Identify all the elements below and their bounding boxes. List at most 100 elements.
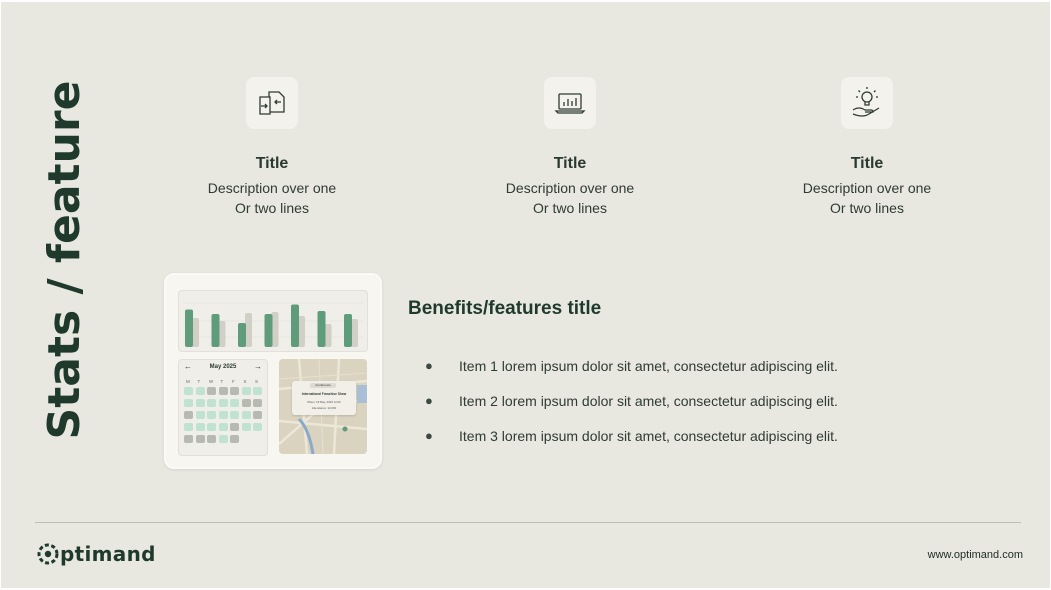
feature-description-line: Or two lines xyxy=(235,200,309,216)
calendar-day xyxy=(207,423,216,431)
feature-title: Title xyxy=(255,155,289,172)
feature-1: Title Description over one Or two lines xyxy=(172,77,372,218)
footer-url[interactable]: www.optimand.com xyxy=(928,549,1023,561)
feature-icon-box xyxy=(246,77,298,129)
calendar-day xyxy=(253,411,262,419)
mockup-bar-green xyxy=(291,304,299,347)
calendar-weekday: T xyxy=(197,379,201,384)
mockup-bar-grey xyxy=(298,316,305,347)
footer-divider xyxy=(35,522,1021,523)
feature-description-line: Description over one xyxy=(207,180,337,196)
logo-wordmark: ptimand xyxy=(60,542,156,566)
calendar-weekday: W xyxy=(209,379,214,384)
calendar-day xyxy=(230,435,239,443)
mockup-bar-grey xyxy=(245,313,252,347)
bullet-icon: ● xyxy=(425,358,433,373)
feature-description: Description over one Or two lines xyxy=(470,178,670,218)
calendar-weekday: F xyxy=(232,379,235,384)
calendar-weekday: S xyxy=(255,379,259,384)
event-when: When: 15 May, 2025 12:00 xyxy=(307,400,341,404)
calendar-day xyxy=(253,399,262,407)
calendar-day xyxy=(207,411,216,419)
mockup-bar-green xyxy=(317,311,326,347)
calendar-weekday: M xyxy=(186,379,190,384)
mockup-bar-grey xyxy=(271,312,279,347)
benefit-item-text: Item 2 lorem ipsum dolor sit amet, conse… xyxy=(459,393,838,409)
event-name: International Franchise Show xyxy=(301,392,347,396)
optimand-logo: ptimand xyxy=(36,542,156,566)
calendar-day xyxy=(184,423,193,431)
mockup-bar-green xyxy=(344,314,352,347)
benefit-item-text: Item 3 lorem ipsum dolor sit amet, conse… xyxy=(459,428,838,444)
feature-icon-box xyxy=(544,77,596,129)
calendar-day xyxy=(241,399,251,407)
feature-description: Description over one Or two lines xyxy=(767,178,967,218)
calendar-weekday: S xyxy=(243,379,247,384)
event-attendance: Attendance: 22,000 xyxy=(311,406,337,410)
benefits-title: Benefits/features title xyxy=(408,298,602,319)
calendar-day xyxy=(195,411,205,419)
calendar-day xyxy=(230,387,239,395)
map-event-card: Conference International Franchise Show … xyxy=(292,381,356,415)
mockup-calendar: ← May 2025 → MTWTFSS xyxy=(178,359,268,456)
calendar-day xyxy=(218,435,228,443)
vertical-slide-title: Stats / feature xyxy=(39,80,90,440)
calendar-day xyxy=(195,387,205,395)
mockup-bar-green xyxy=(238,323,246,347)
calendar-day xyxy=(230,399,239,407)
calendar-day xyxy=(253,387,262,395)
mockup-bar-grey xyxy=(218,321,226,347)
laptop-chart-icon xyxy=(554,93,586,114)
feature-description-line: Description over one xyxy=(802,180,932,196)
mockup-bar-grey xyxy=(324,324,332,347)
calendar-day xyxy=(207,387,216,395)
mockup-bar-green xyxy=(264,314,273,347)
feature-description-line: Description over one xyxy=(505,180,635,196)
event-badge: Conference xyxy=(310,383,336,388)
calendar-day xyxy=(184,411,193,419)
benefit-item-text: Item 1 lorem ipsum dolor sit amet, conse… xyxy=(459,358,838,374)
mockup-bar-green xyxy=(211,314,220,347)
feature-description-line: Or two lines xyxy=(830,200,904,216)
calendar-day xyxy=(184,435,193,443)
dashboard-mockup-image: ← May 2025 → MTWTFSS Conference Internat… xyxy=(164,273,382,469)
feature-description-line: Or two lines xyxy=(533,200,607,216)
calendar-day xyxy=(207,399,216,407)
calendar-day xyxy=(195,399,205,407)
calendar-day xyxy=(230,411,239,419)
calendar-day xyxy=(253,423,262,431)
mockup-map: Conference International Franchise Show … xyxy=(279,359,367,454)
calendar-day xyxy=(218,399,228,407)
calendar-day xyxy=(241,411,251,419)
optimand-logo-mark-icon xyxy=(37,543,59,565)
calendar-day xyxy=(218,387,228,395)
calendar-day xyxy=(230,423,239,431)
feature-2: Title Description over one Or two lines xyxy=(470,77,670,218)
mockup-bar-grey xyxy=(192,318,199,347)
feature-title: Title xyxy=(850,155,884,172)
calendar-day xyxy=(195,435,205,443)
feature-3: Title Description over one Or two lines xyxy=(767,77,967,218)
feature-icon-box xyxy=(841,77,893,129)
mockup-bar-grey xyxy=(351,319,358,347)
arrow-right-icon: → xyxy=(254,362,262,371)
mockup-bar-green xyxy=(185,309,193,347)
calendar-day xyxy=(241,387,251,395)
bullet-icon: ● xyxy=(425,428,433,443)
hand-lightbulb-icon xyxy=(852,87,880,117)
mockup-bar-chart xyxy=(178,290,368,352)
document-exchange-icon xyxy=(259,91,285,115)
bullet-icon: ● xyxy=(425,393,433,408)
mockup-bars xyxy=(183,302,363,347)
slide: Stats / feature Title Description over o… xyxy=(1,2,1050,588)
calendar-day xyxy=(218,423,228,431)
feature-description: Description over one Or two lines xyxy=(172,178,372,218)
calendar-day xyxy=(241,423,251,431)
feature-title: Title xyxy=(553,155,587,172)
calendar-day xyxy=(184,387,193,395)
calendar-day xyxy=(195,423,205,431)
calendar-day xyxy=(184,399,193,407)
calendar-day xyxy=(218,411,228,419)
calendar-weekday: T xyxy=(220,379,224,384)
calendar-day xyxy=(207,435,216,443)
